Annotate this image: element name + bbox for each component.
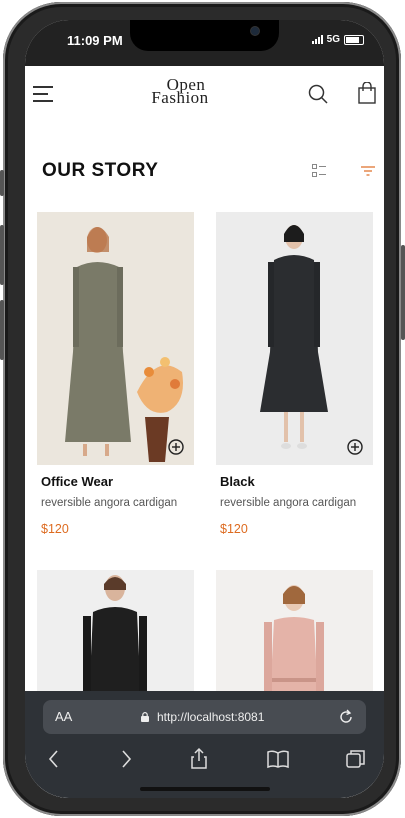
product-description: reversible angora cardigan (220, 497, 357, 509)
camera-icon (250, 26, 260, 36)
browser-toolbar: AA http://localhost:8081 (25, 691, 384, 798)
notch (130, 20, 279, 51)
product-name[interactable]: Black (220, 474, 255, 489)
share-icon[interactable] (186, 746, 212, 772)
product-name[interactable]: Office Wear (41, 474, 113, 489)
browser-nav-row (25, 746, 384, 776)
section-title: OUR STORY (42, 160, 159, 181)
app-header: Open Fashion (25, 66, 384, 124)
battery-icon (344, 34, 364, 45)
back-icon[interactable] (41, 746, 67, 772)
signal-icon (311, 35, 323, 44)
volume-up-button (0, 225, 4, 285)
product-card[interactable]: Black reversible angora cardigan $120 (216, 212, 373, 536)
text-size-button[interactable]: AA (55, 709, 72, 724)
logo-line-2: Fashion (151, 88, 209, 107)
url-text[interactable]: http://localhost:8081 (157, 710, 264, 724)
status-bar: 11:09 PM 5G (25, 20, 384, 66)
screen: 11:09 PM 5G Open Fashion OUR STORY Offic… (25, 20, 384, 798)
product-description: reversible angora cardigan (41, 497, 178, 509)
product-photo-black (216, 212, 373, 465)
product-price: $120 (220, 522, 248, 536)
home-indicator (140, 787, 270, 791)
product-image[interactable] (37, 212, 194, 465)
menu-icon[interactable] (33, 86, 53, 102)
product-card[interactable]: Office Wear reversible angora cardigan $… (37, 212, 194, 536)
status-time: 11:09 PM (67, 33, 123, 48)
list-view-icon[interactable] (312, 164, 326, 178)
address-bar[interactable]: AA http://localhost:8081 (43, 700, 366, 734)
shopping-bag-icon[interactable] (357, 82, 377, 104)
filter-icon[interactable] (361, 166, 375, 176)
power-button (401, 245, 405, 340)
tabs-icon[interactable] (343, 746, 369, 772)
bookmarks-icon[interactable] (265, 746, 291, 772)
reload-icon[interactable] (338, 708, 354, 726)
mute-switch (0, 170, 4, 196)
forward-icon[interactable] (113, 746, 139, 772)
product-price: $120 (41, 522, 69, 536)
lock-icon (141, 712, 149, 722)
add-circle-icon[interactable] (347, 439, 363, 455)
brand-logo[interactable]: Open Fashion (145, 76, 215, 107)
status-indicators: 5G (311, 34, 364, 45)
add-circle-icon[interactable] (168, 439, 184, 455)
volume-down-button (0, 300, 4, 360)
search-icon[interactable] (308, 84, 328, 104)
product-image[interactable] (216, 212, 373, 465)
product-photo-office-wear (37, 212, 194, 465)
network-label: 5G (326, 34, 340, 45)
